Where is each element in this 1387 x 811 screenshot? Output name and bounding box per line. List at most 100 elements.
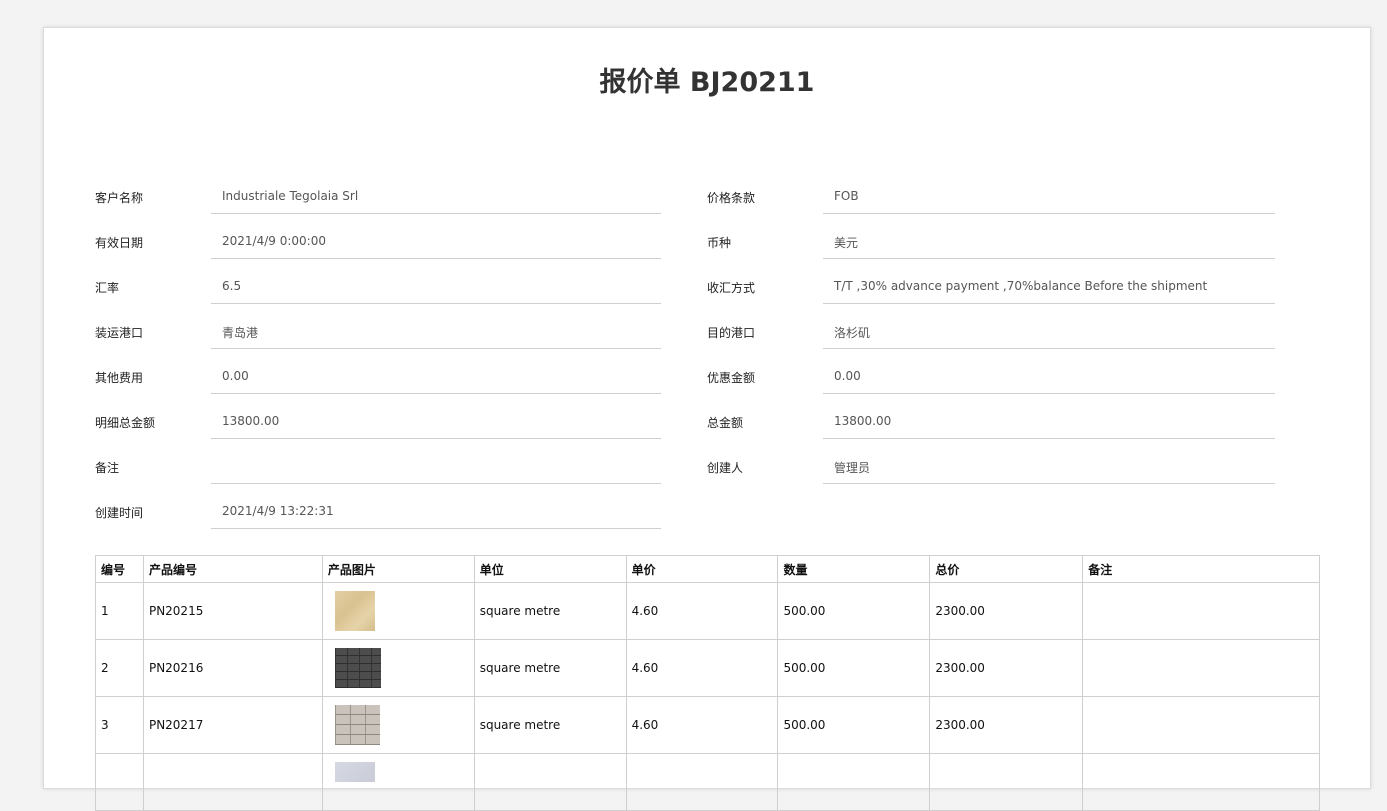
column-header: 数量: [777, 555, 931, 583]
cell-qty: [777, 753, 931, 811]
field-destination-port: 目的港口 洛杉矶: [707, 311, 1275, 356]
cell-price: [625, 753, 779, 811]
field-label: 其他费用: [95, 371, 144, 385]
table-row: 1 PN20215 square metre 4.60 500.00 2300.…: [95, 582, 1320, 640]
field-value: 6.5: [222, 279, 242, 293]
cell-code: [142, 753, 323, 811]
field-label: 收汇方式: [707, 281, 756, 295]
cell-unit: square metre: [473, 582, 627, 640]
field-currency: 币种 美元: [707, 221, 1275, 266]
field-value-box: 13800.00: [823, 401, 1275, 439]
field-payment-method: 收汇方式 T/T ,30% advance payment ,70%balanc…: [707, 266, 1275, 311]
cell-note: [1082, 753, 1320, 811]
field-value: 2021/4/9 0:00:00: [222, 234, 326, 248]
cell-price: 4.60: [625, 639, 779, 697]
field-detail-total: 明细总金额 13800.00: [95, 401, 661, 446]
cell-note: [1082, 582, 1320, 640]
cell-image: [321, 696, 475, 754]
field-label: 明细总金额: [95, 416, 156, 430]
field-other-fees: 其他费用 0.00: [95, 356, 661, 401]
product-thumbnail[interactable]: [334, 648, 381, 688]
page-title: 报价单 BJ20211: [599, 67, 815, 98]
column-header: 编号: [95, 555, 144, 583]
column-header: 产品编号: [142, 555, 323, 583]
cell-qty: 500.00: [777, 582, 931, 640]
quotation-sheet: 报价单 BJ20211 客户名称 Industriale Tegolaia Sr…: [43, 27, 1371, 811]
cell-unit: square metre: [473, 696, 627, 754]
field-value-box: T/T ,30% advance payment ,70%balance Bef…: [823, 266, 1275, 304]
product-thumbnail[interactable]: [334, 762, 375, 782]
field-value-box: 青岛港: [211, 311, 661, 349]
cell-image: [321, 753, 475, 811]
field-remarks: 备注: [95, 446, 661, 491]
field-label: 备注: [95, 461, 120, 475]
field-value-box: 2021/4/9 0:00:00: [211, 221, 661, 259]
cell-total: [929, 753, 1084, 811]
column-header: 产品图片: [321, 555, 475, 583]
field-value: 13800.00: [834, 414, 892, 428]
cell-no: 2: [95, 639, 144, 697]
product-table: 编号 产品编号 产品图片 单位 单价 数量 总价 备注 1 PN20215 sq…: [95, 555, 1320, 811]
field-loading-port: 装运港口 青岛港: [95, 311, 661, 356]
left-field-column: 客户名称 Industriale Tegolaia Srl 有效日期 2021/…: [95, 176, 661, 536]
field-discount: 优惠金额 0.00: [707, 356, 1275, 401]
column-header: 备注: [1082, 555, 1320, 583]
field-value: FOB: [834, 189, 859, 203]
field-value-box: 洛杉矶: [823, 311, 1275, 349]
cell-no: 3: [95, 696, 144, 754]
field-exchange-rate: 汇率 6.5: [95, 266, 661, 311]
field-value: T/T ,30% advance payment ,70%balance Bef…: [834, 279, 1208, 293]
field-value-box: 管理员: [823, 446, 1275, 484]
field-value: 13800.00: [222, 414, 280, 428]
cell-image: [321, 639, 475, 697]
product-thumbnail[interactable]: [334, 591, 375, 631]
field-label: 有效日期: [95, 236, 144, 250]
field-customer-name: 客户名称 Industriale Tegolaia Srl: [95, 176, 661, 221]
field-value-box: 0.00: [211, 356, 661, 394]
field-value-box: 美元: [823, 221, 1275, 259]
field-value: 洛杉矶: [834, 326, 871, 340]
field-value: 0.00: [834, 369, 861, 383]
field-creator: 创建人 管理员: [707, 446, 1275, 491]
cell-code: PN20217: [142, 696, 323, 754]
field-value-box: 6.5: [211, 266, 661, 304]
cell-total: 2300.00: [929, 696, 1084, 754]
column-header: 总价: [929, 555, 1084, 583]
field-label: 汇率: [95, 281, 120, 295]
field-value: 青岛港: [222, 326, 259, 340]
cell-price: 4.60: [625, 696, 779, 754]
cell-no: 1: [95, 582, 144, 640]
field-label: 币种: [707, 236, 732, 250]
column-header: 单价: [625, 555, 779, 583]
column-header: 单位: [473, 555, 627, 583]
cell-note: [1082, 696, 1320, 754]
cell-total: 2300.00: [929, 582, 1084, 640]
table-row: [95, 753, 1320, 811]
table-row: 2 PN20216 square metre 4.60 500.00 2300.…: [95, 639, 1320, 697]
field-label: 总金额: [707, 416, 744, 430]
right-field-column: 价格条款 FOB 币种 美元 收汇方式 T/T ,30% advance pay…: [707, 176, 1275, 491]
cell-code: PN20216: [142, 639, 323, 697]
cell-qty: 500.00: [777, 696, 931, 754]
field-value: 2021/4/9 13:22:31: [222, 504, 334, 518]
field-value-box: Industriale Tegolaia Srl: [211, 176, 661, 214]
cell-unit: square metre: [473, 639, 627, 697]
table-row: 3 PN20217 square metre 4.60 500.00 2300.…: [95, 696, 1320, 754]
cell-note: [1082, 639, 1320, 697]
field-value-box: 2021/4/9 13:22:31: [211, 491, 661, 529]
field-value-box: FOB: [823, 176, 1275, 214]
cell-price: 4.60: [625, 582, 779, 640]
field-label: 优惠金额: [707, 371, 756, 385]
cell-no: [95, 753, 144, 811]
cell-unit: [473, 753, 627, 811]
cell-qty: 500.00: [777, 639, 931, 697]
field-label: 装运港口: [95, 326, 144, 340]
field-value: 管理员: [834, 461, 871, 475]
table-header-row: 编号 产品编号 产品图片 单位 单价 数量 总价 备注: [95, 555, 1320, 583]
field-value-box: 0.00: [823, 356, 1275, 394]
field-label: 目的港口: [707, 326, 756, 340]
field-value: Industriale Tegolaia Srl: [222, 189, 359, 203]
field-label: 创建人: [707, 461, 744, 475]
product-thumbnail[interactable]: [334, 705, 380, 745]
field-price-terms: 价格条款 FOB: [707, 176, 1275, 221]
